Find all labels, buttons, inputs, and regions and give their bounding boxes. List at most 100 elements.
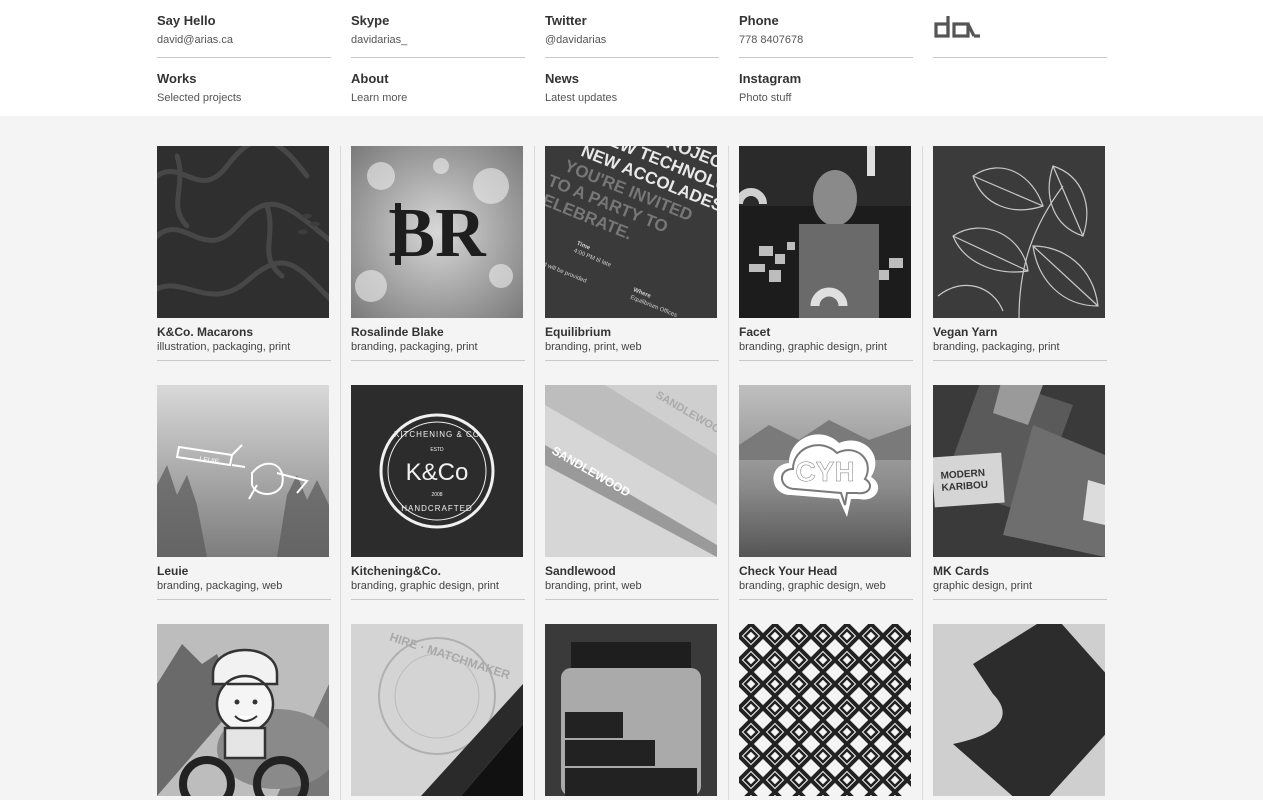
card-divider <box>933 360 1107 361</box>
project-title[interactable]: MK Cards <box>933 564 1105 578</box>
nav-about-title[interactable]: About <box>351 71 525 87</box>
project-title[interactable]: Kitchening&Co. <box>351 564 523 578</box>
project-card-facet[interactable]: Facet branding, graphic design, print <box>739 146 913 361</box>
project-tags: branding, packaging, print <box>351 341 478 353</box>
project-tags: branding, graphic design, print <box>739 341 887 353</box>
phone-block[interactable]: Phone 778 8407678 <box>739 13 913 47</box>
site-header: Say Hello david@arias.ca Skype davidaria… <box>0 0 1263 116</box>
column-divider <box>922 146 923 800</box>
project-thumbnail[interactable] <box>157 146 329 318</box>
project-card-vegan-yarn[interactable]: Vegan Yarn branding, packaging, print <box>933 146 1107 361</box>
site-logo[interactable] <box>934 14 982 45</box>
nav-news[interactable]: News Latest updates <box>545 71 719 105</box>
card-divider <box>351 599 525 600</box>
card-divider <box>157 599 331 600</box>
column-divider <box>340 146 341 800</box>
project-card-business-card[interactable] <box>933 624 1105 796</box>
project-tags: branding, graphic design, web <box>739 580 886 592</box>
svg-text:K&Co: K&Co <box>406 459 469 486</box>
project-card-mk-cards[interactable]: MODERN KARIBOU MK Cards graphic design, … <box>933 385 1107 600</box>
project-tags: branding, print, web <box>545 580 642 592</box>
project-title[interactable]: Leuie <box>157 564 329 578</box>
column-divider <box>728 146 729 800</box>
project-card-check-your-head[interactable]: CYH Check Your Head branding, graphic de… <box>739 385 913 600</box>
twitter-block[interactable]: Twitter @davidarias <box>545 13 719 47</box>
skype-block[interactable]: Skype davidarias_ <box>351 13 525 47</box>
say-hello-title: Say Hello <box>157 13 216 28</box>
project-card-rosalinde-blake[interactable]: BR Rosalinde Blake branding, packaging, … <box>351 146 525 361</box>
column-divider <box>534 146 535 800</box>
header-divider <box>933 57 1107 58</box>
card-divider <box>739 360 913 361</box>
nav-works[interactable]: Works Selected projects <box>157 71 331 105</box>
twitter-title: Twitter <box>545 13 587 28</box>
twitter-handle[interactable]: @davidarias <box>545 33 719 47</box>
card-divider <box>545 360 719 361</box>
project-card-equilibrium[interactable]: NEW PROJECTS. NEW TECHNOLOGY. NEW ACCOLA… <box>545 146 719 361</box>
nav-news-title[interactable]: News <box>545 71 719 87</box>
project-title[interactable]: Equilibrium <box>545 325 717 339</box>
project-thumbnail[interactable]: NEW PROJECTS. NEW TECHNOLOGY. NEW ACCOLA… <box>545 146 717 318</box>
card-divider <box>739 599 913 600</box>
da-logo-icon <box>934 16 980 38</box>
header-divider <box>157 57 331 58</box>
skype-title: Skype <box>351 13 390 28</box>
header-divider <box>351 57 525 58</box>
project-card-kitchening-co[interactable]: KITCHENING & CO ESTD K&Co 2008 HANDCRAFT… <box>351 385 525 600</box>
card-divider <box>157 360 331 361</box>
svg-text:CYH: CYH <box>795 456 854 487</box>
svg-text:2008: 2008 <box>431 492 442 498</box>
project-thumbnail[interactable]: CYH <box>739 385 911 557</box>
nav-instagram-sub[interactable]: Photo stuff <box>739 91 913 105</box>
project-thumbnail[interactable]: LEUIE <box>157 385 329 557</box>
card-divider <box>933 599 1107 600</box>
project-thumbnail[interactable] <box>933 624 1105 796</box>
project-card-pattern[interactable] <box>739 624 911 796</box>
project-thumbnail[interactable] <box>739 624 911 796</box>
project-thumbnail[interactable]: BR <box>351 146 523 318</box>
project-card-kco-macarons[interactable]: K&Co. Macarons illustration, packaging, … <box>157 146 331 361</box>
project-thumbnail[interactable] <box>933 146 1105 318</box>
nav-about[interactable]: About Learn more <box>351 71 525 105</box>
project-thumbnail[interactable] <box>739 146 911 318</box>
project-thumbnail[interactable]: KITCHENING & CO ESTD K&Co 2008 HANDCRAFT… <box>351 385 523 557</box>
card-divider <box>545 599 719 600</box>
email-link[interactable]: david@arias.ca <box>157 33 331 47</box>
project-thumbnail[interactable]: MODERN KARIBOU <box>933 385 1105 557</box>
nav-instagram[interactable]: Instagram Photo stuff <box>739 71 913 105</box>
phone-title: Phone <box>739 13 779 28</box>
nav-works-title[interactable]: Works <box>157 71 331 87</box>
say-hello-block[interactable]: Say Hello david@arias.ca <box>157 13 331 47</box>
project-title[interactable]: Sandlewood <box>545 564 717 578</box>
project-card-bike-kid[interactable] <box>157 624 329 796</box>
svg-text:HANDCRAFTED: HANDCRAFTED <box>401 504 472 513</box>
nav-news-sub[interactable]: Latest updates <box>545 91 719 105</box>
project-tags: branding, packaging, print <box>933 341 1060 353</box>
project-card-jar[interactable] <box>545 624 717 796</box>
project-title[interactable]: K&Co. Macarons <box>157 325 329 339</box>
svg-text:ESTD: ESTD <box>430 447 444 453</box>
project-card-matchmaker[interactable]: HIRE · MATCHMAKER <box>351 624 523 796</box>
nav-instagram-title[interactable]: Instagram <box>739 71 913 87</box>
project-thumbnail[interactable] <box>545 624 717 796</box>
phone-number[interactable]: 778 8407678 <box>739 33 913 47</box>
project-thumbnail[interactable]: HIRE · MATCHMAKER <box>351 624 523 796</box>
project-thumbnail[interactable]: SANDLEWOOD SANDLEWOOD <box>545 385 717 557</box>
project-thumbnail[interactable] <box>157 624 329 796</box>
project-tags: branding, print, web <box>545 341 642 353</box>
project-title[interactable]: Rosalinde Blake <box>351 325 523 339</box>
project-title[interactable]: Facet <box>739 325 911 339</box>
project-title[interactable]: Vegan Yarn <box>933 325 1105 339</box>
svg-text:KITCHENING & CO: KITCHENING & CO <box>394 430 480 439</box>
rb-monogram: BR <box>388 195 487 272</box>
nav-works-sub[interactable]: Selected projects <box>157 91 331 105</box>
project-tags: graphic design, print <box>933 580 1033 592</box>
project-card-leuie[interactable]: LEUIE Leuie branding, packaging, web <box>157 385 331 600</box>
project-tags: illustration, packaging, print <box>157 341 291 353</box>
card-divider <box>351 360 525 361</box>
project-card-sandlewood[interactable]: SANDLEWOOD SANDLEWOOD Sandlewood brandin… <box>545 385 719 600</box>
nav-about-sub[interactable]: Learn more <box>351 91 525 105</box>
project-tags: branding, packaging, web <box>157 580 283 592</box>
project-title[interactable]: Check Your Head <box>739 564 911 578</box>
skype-handle[interactable]: davidarias_ <box>351 33 525 47</box>
